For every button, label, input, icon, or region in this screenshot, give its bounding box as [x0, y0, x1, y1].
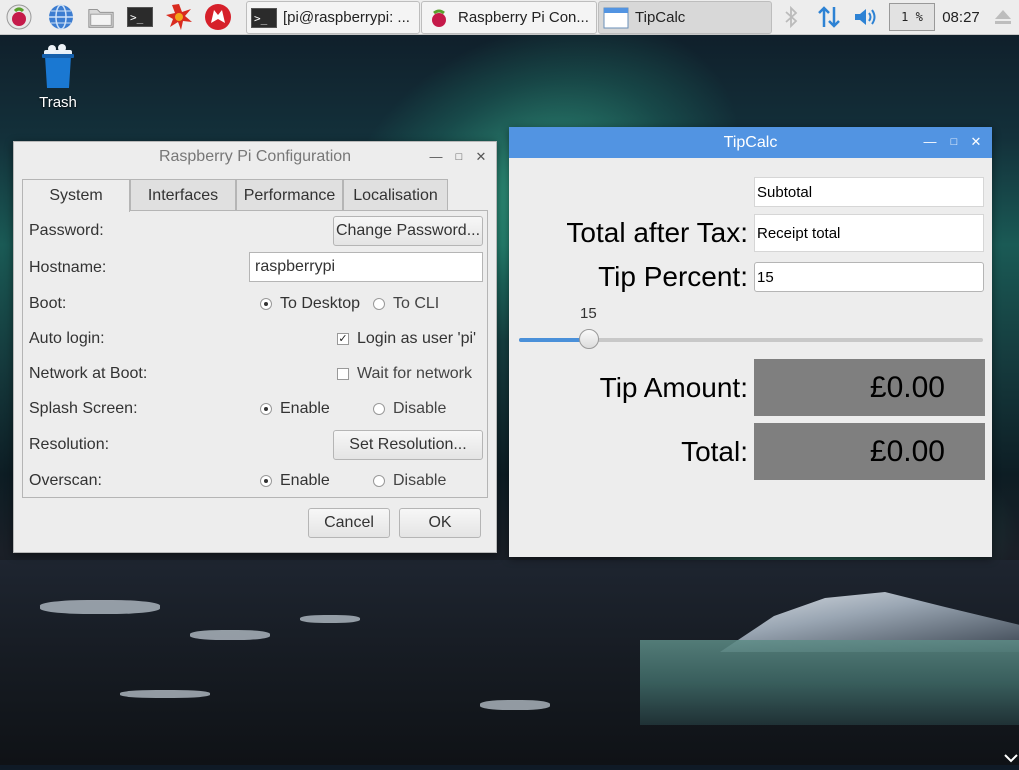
- boot-cli-label: To CLI: [393, 295, 440, 312]
- radio-unselected-icon: [373, 475, 385, 487]
- splash-disable-radio[interactable]: Disable: [373, 400, 446, 418]
- splash-enable-radio[interactable]: Enable: [260, 400, 330, 418]
- boot-desktop-label: To Desktop: [280, 295, 361, 312]
- overscan-enable-radio[interactable]: Enable: [260, 472, 330, 490]
- boot-desktop-radio[interactable]: To Desktop: [260, 295, 360, 313]
- taskbar: >_ >_ [pi@raspberrypi: ... Raspberry Pi …: [0, 0, 1019, 35]
- tip-slider[interactable]: [519, 329, 983, 349]
- boot-cli-radio[interactable]: To CLI: [373, 295, 439, 313]
- overscan-disable-radio[interactable]: Disable: [373, 472, 446, 490]
- splash-label: Splash Screen:: [29, 400, 138, 417]
- task-tipcalc[interactable]: TipCalc: [598, 1, 772, 34]
- close-icon[interactable]: ✕: [968, 134, 984, 150]
- checkbox-empty-icon: [337, 368, 349, 380]
- tip-amount-label: Tip Amount:: [599, 372, 748, 403]
- web-browser-icon[interactable]: [47, 3, 75, 31]
- maximize-icon[interactable]: □: [451, 149, 467, 165]
- splash-enable-label: Enable: [280, 400, 330, 417]
- ok-button[interactable]: OK: [399, 508, 481, 538]
- checkmark-icon: ✓: [337, 333, 349, 345]
- terminal-icon[interactable]: >_: [126, 3, 154, 31]
- task-raspi-config[interactable]: Raspberry Pi Con...: [421, 1, 597, 34]
- system-panel: Password: Change Password... Hostname: r…: [22, 210, 488, 498]
- maximize-icon[interactable]: □: [946, 134, 962, 150]
- task-label: [pi@raspberrypi: ...: [283, 9, 410, 26]
- window-icon: [603, 7, 629, 29]
- radio-unselected-icon: [373, 403, 385, 415]
- tip-amount-display: £0.00: [754, 359, 985, 416]
- eject-icon[interactable]: [990, 0, 1016, 34]
- resolution-label: Resolution:: [29, 436, 110, 453]
- bluetooth-icon[interactable]: [778, 0, 804, 34]
- volume-icon[interactable]: [851, 0, 881, 34]
- trash-icon: [42, 44, 74, 88]
- task-terminal[interactable]: >_ [pi@raspberrypi: ...: [246, 1, 420, 34]
- splash-disable-label: Disable: [393, 400, 447, 417]
- tab-system[interactable]: System: [22, 179, 130, 212]
- network-icon[interactable]: [814, 0, 844, 34]
- minimize-icon[interactable]: —: [922, 134, 938, 150]
- autologin-label: Auto login:: [29, 330, 105, 347]
- autologin-checkbox[interactable]: ✓ Login as user 'pi': [337, 330, 476, 348]
- hostname-label: Hostname:: [29, 259, 107, 276]
- wait-network-checkbox[interactable]: Wait for network: [337, 365, 472, 383]
- chevron-down-icon[interactable]: [1003, 752, 1019, 765]
- raspi-config-window: Raspberry Pi Configuration — □ ✕ System …: [13, 141, 497, 553]
- total-after-tax-label: Total after Tax:: [566, 217, 748, 248]
- tipcalc-titlebar[interactable]: TipCalc — □ ✕: [509, 127, 992, 158]
- task-label: Raspberry Pi Con...: [458, 9, 589, 26]
- radio-selected-icon: [260, 475, 272, 487]
- clock: 08:27: [942, 8, 980, 26]
- subtotal-input[interactable]: Subtotal: [754, 177, 984, 207]
- file-manager-icon[interactable]: [87, 3, 115, 31]
- tab-localisation[interactable]: Localisation: [343, 179, 448, 211]
- close-icon[interactable]: ✕: [473, 149, 489, 165]
- window-title: TipCalc: [723, 133, 778, 151]
- tab-performance[interactable]: Performance: [236, 179, 343, 211]
- cancel-button[interactable]: Cancel: [308, 508, 390, 538]
- raspberry-menu-icon[interactable]: [5, 3, 33, 31]
- slider-handle[interactable]: [579, 329, 599, 349]
- tip-percent-label: Tip Percent:: [598, 261, 748, 292]
- tab-interfaces[interactable]: Interfaces: [130, 179, 236, 211]
- set-resolution-button[interactable]: Set Resolution...: [333, 430, 483, 460]
- receipt-total-input[interactable]: Receipt total: [754, 214, 984, 252]
- cpu-monitor[interactable]: 1 %: [889, 0, 935, 34]
- wait-network-label: Wait for network: [357, 365, 472, 382]
- raspi-config-titlebar[interactable]: Raspberry Pi Configuration — □ ✕: [14, 142, 496, 172]
- wolfram-icon[interactable]: [204, 3, 232, 31]
- password-label: Password:: [29, 222, 104, 239]
- mathematica-icon[interactable]: [165, 3, 193, 31]
- raspberry-icon: [426, 7, 452, 29]
- overscan-label: Overscan:: [29, 472, 102, 489]
- radio-unselected-icon: [373, 298, 385, 310]
- slider-value-label: 15: [580, 305, 597, 322]
- radio-selected-icon: [260, 298, 272, 310]
- radio-selected-icon: [260, 403, 272, 415]
- trash-label: Trash: [39, 94, 77, 111]
- overscan-disable-label: Disable: [393, 472, 447, 489]
- hostname-field[interactable]: raspberrypi: [249, 252, 483, 282]
- minimize-icon[interactable]: —: [428, 149, 444, 165]
- overscan-enable-label: Enable: [280, 472, 330, 489]
- boot-label: Boot:: [29, 295, 67, 312]
- autologin-option-label: Login as user 'pi': [357, 330, 477, 347]
- tip-percent-input[interactable]: 15: [754, 262, 984, 292]
- window-title: Raspberry Pi Configuration: [158, 148, 352, 165]
- tipcalc-window: TipCalc — □ ✕ Subtotal Total after Tax: …: [509, 127, 992, 557]
- cpu-usage: 1 %: [889, 3, 935, 31]
- total-display: £0.00: [754, 423, 985, 480]
- total-label: Total:: [681, 436, 748, 467]
- terminal-icon: >_: [251, 7, 277, 29]
- trash-desktop-item[interactable]: Trash: [30, 42, 86, 111]
- change-password-button[interactable]: Change Password...: [333, 216, 483, 246]
- task-label: TipCalc: [635, 9, 686, 26]
- network-boot-label: Network at Boot:: [29, 365, 148, 382]
